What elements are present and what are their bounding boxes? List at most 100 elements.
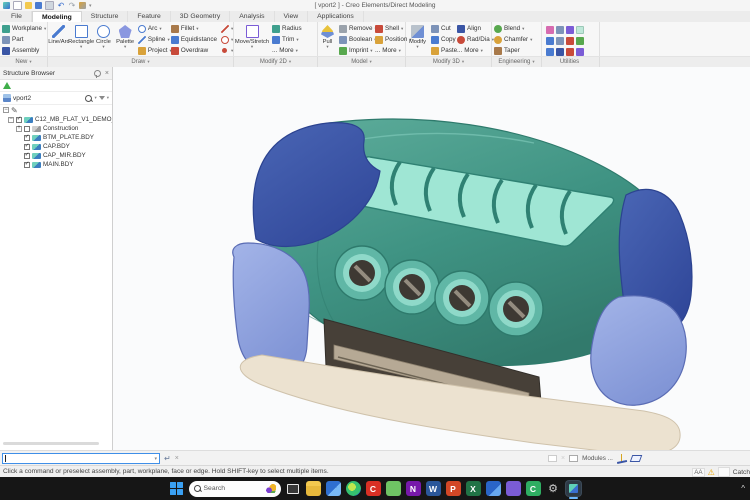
catch-mode-label[interactable]: Catch (733, 469, 750, 476)
tree-construction-label[interactable]: Construction (43, 125, 78, 132)
palette-button[interactable]: Palette▾ (114, 23, 136, 56)
btm-plate-checkbox[interactable]: ✓ (24, 135, 30, 141)
blend-button[interactable]: Blend▾ (492, 23, 534, 34)
radius-button[interactable]: Radius (270, 23, 316, 34)
group-label-modify-2d[interactable]: Modify 2D (234, 57, 318, 67)
new-document-icon[interactable] (13, 1, 22, 10)
utility-icon-3[interactable] (566, 26, 574, 34)
position-button[interactable]: Position▾ (373, 34, 405, 45)
model-corner-right[interactable] (591, 296, 686, 405)
utility-icon-5[interactable] (546, 37, 554, 45)
browser-button[interactable] (346, 481, 361, 496)
tab-structure[interactable]: Structure (82, 11, 129, 22)
chamfer-button[interactable]: Chamfer▾ (492, 34, 534, 45)
viewport-label[interactable]: vport2 (13, 95, 31, 102)
outlook-button[interactable] (326, 481, 341, 496)
command-input[interactable]: ▾ (2, 453, 160, 464)
model-port-3[interactable] (435, 271, 489, 325)
model-port-2[interactable] (385, 260, 439, 314)
tab-3d-geometry[interactable]: 3D Geometry (171, 11, 230, 22)
green-document-button[interactable] (386, 481, 401, 496)
file-explorer-button[interactable] (306, 481, 321, 496)
font-size-indicator[interactable]: AA (692, 468, 704, 477)
filter-icon[interactable] (99, 96, 105, 100)
boolean-button[interactable]: Boolean▾ (337, 34, 373, 45)
open-folder-icon[interactable] (25, 2, 32, 9)
tree-btm-plate-label[interactable]: BTM_PLATE.BDY (43, 134, 94, 141)
tree-row-btm-plate[interactable]: ✓ BTM_PLATE.BDY (2, 133, 112, 142)
utility-icon-6[interactable] (556, 37, 564, 45)
pull-button[interactable]: Pull▾ (318, 23, 337, 56)
utility-icon-10[interactable] (556, 48, 564, 56)
part-button[interactable]: Part (0, 34, 48, 45)
remove-button[interactable]: Remove▾ (337, 23, 373, 34)
cut-button[interactable]: Cut (429, 23, 455, 34)
cap-mir-checkbox[interactable]: ✓ (24, 153, 30, 159)
tab-feature[interactable]: Feature (128, 11, 170, 22)
onenote-button[interactable]: N (406, 481, 421, 496)
tree-collapse-icon[interactable]: − (3, 107, 9, 113)
taper-button[interactable]: Taper (492, 45, 534, 56)
line-arc-button[interactable]: Line/Arc (48, 23, 70, 56)
tree-row-main[interactable]: ✓ MAIN.BDY (2, 160, 112, 169)
group-label-model[interactable]: Model (318, 57, 406, 67)
tab-view[interactable]: View (275, 11, 309, 22)
utility-icon-8[interactable] (576, 37, 584, 45)
search-caret-icon[interactable]: ▾ (94, 95, 96, 101)
rectangle-button[interactable]: Rectangle▾ (70, 23, 93, 56)
coordinate-axes-icon[interactable] (617, 454, 627, 464)
camtasia-button[interactable]: C (366, 481, 381, 496)
utility-icon-4[interactable] (576, 26, 584, 34)
tab-applications[interactable]: Applications (308, 11, 364, 22)
filter-caret-icon[interactable]: ▾ (107, 95, 109, 101)
pencil-icon[interactable]: ✎ (11, 106, 18, 115)
workplane-button[interactable]: Workplane▾ (0, 23, 48, 34)
settings-button[interactable]: ⚙ (546, 481, 561, 496)
utility-icon-9[interactable] (546, 48, 554, 56)
tree-row-root[interactable]: − ✓ C12_MB_FLAT_V1_DEMO_PR (2, 115, 112, 124)
trim-button[interactable]: Trim▾ (270, 34, 316, 45)
utility-icon-11[interactable] (566, 48, 574, 56)
powerpoint-button[interactable]: P (446, 481, 461, 496)
paste-button[interactable]: Paste (429, 45, 455, 56)
workplane-toggle-icon[interactable] (630, 455, 643, 462)
arc-button[interactable]: Arc▾ (136, 23, 169, 34)
construction-checkbox[interactable] (24, 126, 30, 132)
copy-button[interactable]: Copy (429, 34, 455, 45)
print-preview-icon[interactable] (45, 1, 54, 10)
close-window-icon[interactable]: × (561, 455, 565, 462)
modify2d-more-button[interactable]: ...More▾ (270, 45, 316, 56)
model-corner-front-left[interactable] (233, 243, 309, 375)
root-checkbox[interactable]: ✓ (16, 117, 22, 123)
expander-minus-icon[interactable]: − (8, 117, 14, 123)
search-tree-icon[interactable] (85, 95, 92, 102)
modify3d-more-button[interactable]: ...More▾ (455, 45, 491, 56)
tree-cap-mir-label[interactable]: CAP_MIR.BDY (43, 152, 86, 159)
tab-file[interactable]: File (2, 11, 32, 22)
creo-app-button[interactable] (566, 481, 581, 496)
3d-model[interactable] (114, 67, 750, 450)
modules-button[interactable]: Modules ... (582, 455, 613, 462)
tree-row-construction[interactable]: + Construction (2, 124, 112, 133)
pin-icon[interactable] (94, 70, 101, 77)
rad-dia-button[interactable]: Rad/Dia▾ (455, 34, 491, 45)
group-label-new[interactable]: New (0, 57, 48, 67)
model-port-1[interactable] (335, 246, 389, 300)
tab-analysis[interactable]: Analysis (230, 11, 274, 22)
panel-close-icon[interactable]: × (105, 70, 109, 77)
tab-modeling[interactable]: Modeling (32, 11, 82, 22)
construction-line-button[interactable]: ▾ (219, 23, 233, 34)
command-dropdown-icon[interactable]: ▾ (154, 456, 157, 462)
circle-button[interactable]: Circle▾ (93, 23, 115, 56)
new-viewport-icon[interactable] (569, 455, 578, 462)
equidistance-button[interactable]: Equidistance (169, 34, 219, 45)
spline-button[interactable]: Spline▾ (136, 34, 169, 45)
modify-button[interactable]: Modify▾ (406, 23, 429, 56)
construction-circle-button[interactable]: ▾ (219, 34, 233, 45)
3d-viewport[interactable] (114, 67, 750, 450)
group-label-engineering[interactable]: Engineering (492, 57, 542, 67)
model-more-button[interactable]: ...More▾ (373, 45, 405, 56)
align-button[interactable]: Align (455, 23, 491, 34)
task-view-button[interactable] (286, 481, 301, 496)
undo-icon[interactable]: ↶ (57, 2, 65, 10)
